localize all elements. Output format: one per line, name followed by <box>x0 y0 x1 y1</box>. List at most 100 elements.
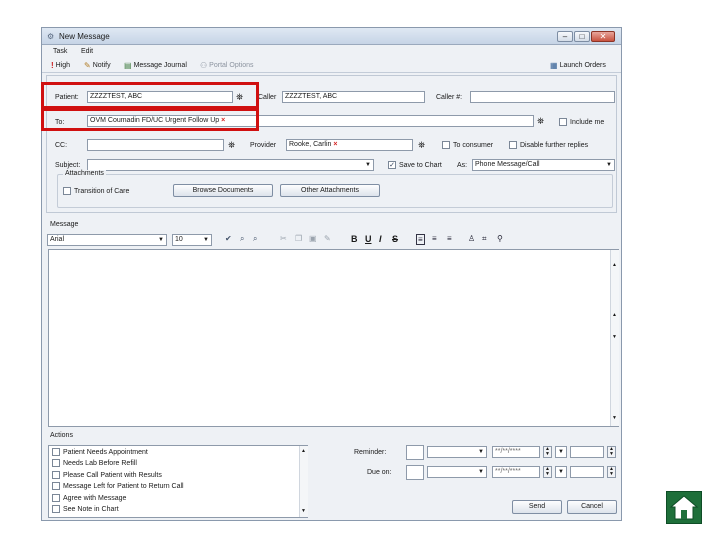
action-checkbox[interactable] <box>52 482 60 490</box>
chevron-down-icon: ▼ <box>558 469 564 475</box>
close-button[interactable]: ✕ <box>591 31 615 42</box>
align-left-icon[interactable]: ≡ <box>416 234 425 245</box>
menu-edit[interactable]: Edit <box>81 48 93 55</box>
provider-search-icon[interactable]: ⛯ <box>418 140 425 150</box>
action-checkbox[interactable] <box>52 471 60 479</box>
notify-button[interactable]: ✎ Notify <box>84 61 111 70</box>
include-me-checkbox[interactable] <box>559 118 567 126</box>
caller-number-label: Caller #: <box>436 94 463 101</box>
align-center-icon[interactable]: ≡ <box>432 234 437 243</box>
action-checkbox[interactable] <box>52 505 60 513</box>
home-icon <box>669 495 699 520</box>
insert-table-icon[interactable]: ⌗ <box>482 234 487 244</box>
caller-field[interactable]: ZZZZTEST, ABC <box>282 91 425 103</box>
scroll-up-icon[interactable]: ▲ <box>612 262 617 268</box>
reminder-date-field[interactable]: **/**/**** <box>492 446 540 458</box>
provider-field[interactable]: Rooke, Carlin × <box>286 139 413 151</box>
copy-icon[interactable]: ❐ <box>295 234 302 243</box>
format-painter-icon[interactable]: ✎ <box>324 234 331 243</box>
scroll-up-icon-2[interactable]: ▲ <box>612 312 617 318</box>
portal-icon: ⚇ <box>200 61 208 70</box>
launch-orders-button[interactable]: ▦ Launch Orders <box>550 61 606 70</box>
reminder-color-box[interactable] <box>406 445 424 460</box>
action-checkbox[interactable] <box>52 448 60 456</box>
actions-list: Patient Needs Appointment Needs Lab Befo… <box>48 445 308 518</box>
action-checkbox[interactable] <box>52 494 60 502</box>
to-consumer-label: To consumer <box>453 142 494 149</box>
due-on-dropdown[interactable]: ▼ <box>427 466 487 478</box>
minimize-button[interactable]: – <box>557 31 573 42</box>
reminder-time-spinner[interactable]: ▲ ▼ <box>607 446 616 458</box>
due-on-calendar-dropdown[interactable]: ▼ <box>555 466 567 478</box>
window-title: New Message <box>59 32 110 41</box>
transition-of-care-label: Transition of Care <box>74 188 130 195</box>
action-item[interactable]: Please Call Patient with Results <box>52 471 162 479</box>
menu-bar: Task Edit <box>42 46 621 58</box>
font-size-dropdown[interactable]: 10 ▼ <box>172 234 212 246</box>
send-button[interactable]: Send <box>512 500 562 514</box>
portal-options-button[interactable]: ⚇ Portal Options <box>200 61 254 70</box>
strikethrough-button[interactable]: S <box>392 234 398 244</box>
actions-scrollbar[interactable]: ▲ ▼ <box>299 446 308 517</box>
scroll-up-icon[interactable]: ▲ <box>301 448 306 454</box>
title-bar[interactable]: ⚙ New Message – □ ✕ <box>42 28 621 45</box>
underline-button[interactable]: U <box>365 234 372 244</box>
to-consumer-checkbox[interactable] <box>442 141 450 149</box>
browse-documents-button[interactable]: Browse Documents <box>173 184 273 197</box>
due-on-date-field[interactable]: **/**/**** <box>492 466 540 478</box>
highlight-icon[interactable]: ♙ <box>468 234 475 243</box>
reminder-date-spinner[interactable]: ▲ ▼ <box>543 446 552 458</box>
insert-symbol-icon[interactable]: ⚲ <box>497 234 503 243</box>
remove-provider-icon[interactable]: × <box>333 141 337 148</box>
scroll-down-icon-2[interactable]: ▼ <box>612 415 617 421</box>
maximize-button[interactable]: □ <box>574 31 590 42</box>
subject-dropdown[interactable]: ▼ <box>87 159 374 171</box>
as-label: As: <box>457 162 468 169</box>
as-dropdown[interactable]: Phone Message/Call ▼ <box>472 159 615 171</box>
bold-button[interactable]: B <box>351 234 358 244</box>
reminder-calendar-dropdown[interactable]: ▼ <box>555 446 567 458</box>
spellcheck-icon[interactable]: ✔ <box>225 234 232 243</box>
to-search-icon[interactable]: ⛯ <box>537 116 544 126</box>
cc-label: CC: <box>55 142 68 149</box>
caller-number-field[interactable] <box>470 91 615 103</box>
home-button[interactable] <box>666 491 702 524</box>
action-item[interactable]: Message Left for Patient to Return Call <box>52 482 184 490</box>
cc-search-icon[interactable]: ⛯ <box>228 140 235 150</box>
scroll-down-icon[interactable]: ▼ <box>301 508 306 514</box>
action-checkbox[interactable] <box>52 459 60 467</box>
align-right-icon[interactable]: ≡ <box>447 234 452 243</box>
message-scrollbar[interactable]: ▲ ▲ ▼ ▼ <box>610 250 619 426</box>
font-family-dropdown[interactable]: Arial ▼ <box>47 234 167 246</box>
paste-icon[interactable]: ▣ <box>309 234 317 243</box>
format-toolbar: Arial ▼ 10 ▼ ✔ ⌕ ⌕ ✂ ❐ ▣ ✎ B U I S ≡ ≡ ≡… <box>47 233 618 247</box>
cc-field[interactable] <box>87 139 224 151</box>
reminder-dropdown[interactable]: ▼ <box>427 446 487 458</box>
save-to-chart-checkbox[interactable] <box>388 161 396 169</box>
due-on-date-spinner[interactable]: ▲ ▼ <box>543 466 552 478</box>
action-item[interactable]: Agree with Message <box>52 494 126 502</box>
notify-icon: ✎ <box>84 61 91 70</box>
action-item[interactable]: Patient Needs Appointment <box>52 448 148 456</box>
message-journal-button[interactable]: ▤ Message Journal <box>124 61 187 70</box>
scroll-down-icon[interactable]: ▼ <box>612 334 617 340</box>
find-icon[interactable]: ⌕ <box>240 234 244 244</box>
due-on-time-field[interactable] <box>570 466 604 478</box>
app-gear-icon: ⚙ <box>47 32 55 41</box>
journal-icon: ▤ <box>124 61 132 70</box>
disable-replies-checkbox[interactable] <box>509 141 517 149</box>
action-item[interactable]: See Note in Chart <box>52 505 119 513</box>
transition-of-care-checkbox[interactable] <box>63 187 71 195</box>
high-priority-button[interactable]: ! High <box>51 61 70 70</box>
italic-button[interactable]: I <box>379 234 382 244</box>
cut-icon[interactable]: ✂ <box>280 234 287 243</box>
due-on-color-box[interactable] <box>406 465 424 480</box>
other-attachments-button[interactable]: Other Attachments <box>280 184 380 197</box>
message-body-editor[interactable]: ▲ ▲ ▼ ▼ <box>48 249 619 427</box>
replace-icon[interactable]: ⌕ <box>253 234 257 244</box>
menu-task[interactable]: Task <box>53 48 67 55</box>
reminder-time-field[interactable] <box>570 446 604 458</box>
due-on-time-spinner[interactable]: ▲ ▼ <box>607 466 616 478</box>
action-item[interactable]: Needs Lab Before Refill <box>52 459 137 467</box>
cancel-button[interactable]: Cancel <box>567 500 617 514</box>
